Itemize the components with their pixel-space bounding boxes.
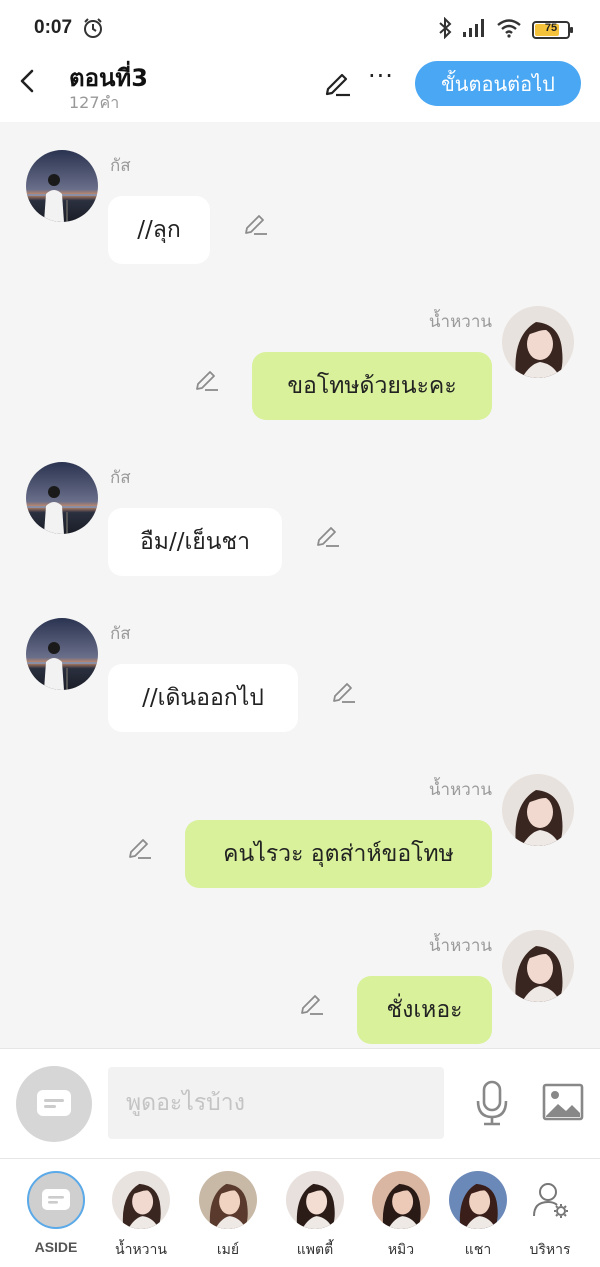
character-5[interactable]: แชา xyxy=(448,1171,508,1261)
avatar[interactable] xyxy=(26,150,98,222)
character-0[interactable]: ASIDE xyxy=(16,1171,96,1255)
message-bubble[interactable]: ขอโทษด้วยนะคะ xyxy=(252,352,492,420)
back-button[interactable] xyxy=(14,66,42,96)
image-button[interactable] xyxy=(542,1083,584,1121)
edit-message-button[interactable] xyxy=(315,522,341,548)
edit-title-button[interactable] xyxy=(323,68,353,98)
pencil-icon xyxy=(129,839,151,859)
edit-message-button[interactable] xyxy=(299,990,325,1016)
message-input[interactable] xyxy=(108,1067,444,1139)
chat-bubble-icon xyxy=(37,1090,71,1116)
avatar[interactable] xyxy=(26,462,98,534)
character-avatar xyxy=(372,1171,430,1229)
chapter-header: ตอนที่3 127คำ ··· ขั้นตอนต่อไป xyxy=(0,58,600,122)
aside-avatar xyxy=(27,1171,85,1229)
sender-name: น้ำหวาน xyxy=(428,312,492,332)
message-bubble[interactable]: ชั่งเหอะ xyxy=(357,976,492,1044)
image-icon xyxy=(542,1083,584,1121)
avatar[interactable] xyxy=(502,930,574,1002)
character-6[interactable]: บริหาร xyxy=(510,1171,590,1261)
message-bubble[interactable]: อืม//เย็นชา xyxy=(108,508,282,576)
bluetooth-icon xyxy=(438,16,452,43)
character-4[interactable]: หมิว xyxy=(361,1171,441,1261)
edit-message-button[interactable] xyxy=(194,366,220,392)
wifi-icon xyxy=(496,18,522,42)
chat-bubble-icon xyxy=(42,1189,70,1210)
back-arrow-icon xyxy=(20,69,34,93)
character-label: แชา xyxy=(464,1242,492,1258)
pencil-icon xyxy=(317,527,339,547)
character-label: บริหาร xyxy=(529,1242,571,1258)
character-label: แพตตี้ xyxy=(296,1242,334,1258)
pencil-icon xyxy=(325,73,350,97)
edit-message-button[interactable] xyxy=(331,678,357,704)
character-2[interactable]: เมย์ xyxy=(188,1171,268,1261)
signal-icon xyxy=(462,18,486,42)
word-count: 127คำ xyxy=(69,93,120,112)
character-label: ASIDE xyxy=(34,1239,78,1255)
character-label: เมย์ xyxy=(216,1242,240,1258)
battery-level: 75 xyxy=(544,22,558,34)
character-avatar xyxy=(449,1171,507,1229)
pencil-icon xyxy=(333,683,355,703)
character-avatar xyxy=(199,1171,257,1229)
pencil-icon xyxy=(245,215,267,235)
input-bar xyxy=(0,1048,600,1158)
sender-name: กัส xyxy=(110,156,131,176)
next-step-button[interactable]: ขั้นตอนต่อไป xyxy=(415,61,581,106)
mic-icon xyxy=(476,1080,508,1126)
sender-name: กัส xyxy=(110,468,131,488)
character-3[interactable]: แพตตี้ xyxy=(275,1171,355,1261)
alarm-icon xyxy=(82,17,104,43)
aside-toggle-button[interactable] xyxy=(16,1066,92,1142)
edit-message-button[interactable] xyxy=(243,210,269,236)
message-bubble[interactable]: คนไรวะ อุตส่าห์ขอโทษ xyxy=(185,820,492,888)
character-1[interactable]: น้ำหวาน xyxy=(101,1171,181,1261)
avatar[interactable] xyxy=(26,618,98,690)
battery-icon: 75 xyxy=(532,21,573,39)
sender-name: น้ำหวาน xyxy=(428,936,492,956)
pencil-icon xyxy=(196,371,218,391)
status-icons: 75 xyxy=(438,16,573,43)
more-button[interactable]: ··· xyxy=(368,62,394,90)
sender-name: กัส xyxy=(110,624,131,644)
message-bubble[interactable]: //เดินออกไป xyxy=(108,664,298,732)
character-label: หมิว xyxy=(387,1242,415,1258)
sender-name: น้ำหวาน xyxy=(428,780,492,800)
avatar[interactable] xyxy=(502,306,574,378)
avatar[interactable] xyxy=(502,774,574,846)
character-avatar xyxy=(112,1171,170,1229)
message-bubble[interactable]: //ลุก xyxy=(108,196,210,264)
character-avatar xyxy=(286,1171,344,1229)
chat-area[interactable]: กัส//ลุก น้ำหวาน ขอโทษด้วยนะคะ กัส อืม//เย็น… xyxy=(0,122,600,1048)
character-label: น้ำหวาน xyxy=(115,1242,167,1258)
edit-message-button[interactable] xyxy=(127,834,153,860)
mic-button[interactable] xyxy=(472,1079,512,1127)
status-time: 0:07 xyxy=(34,17,73,38)
character-bar: ASIDE น้ำหวาน เมย์ แพตตี้ หมิว แชา บริหาร xyxy=(0,1158,600,1267)
admin-gear-icon xyxy=(521,1171,579,1229)
status-bar: 0:07 75 xyxy=(0,0,600,58)
pencil-icon xyxy=(301,995,323,1015)
